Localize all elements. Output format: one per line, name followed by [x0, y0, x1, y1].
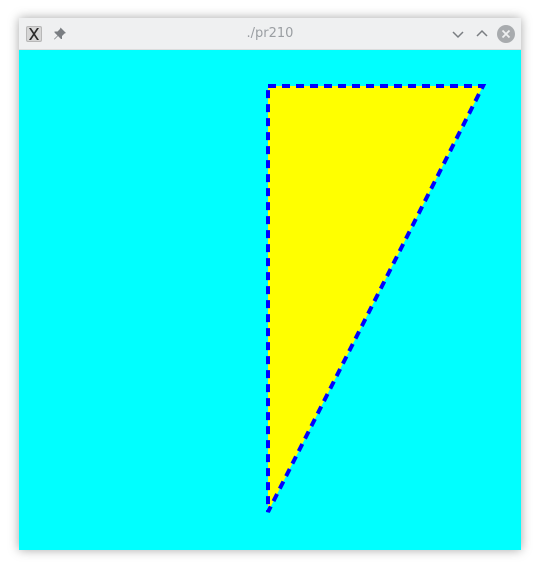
maximize-button[interactable] — [473, 25, 491, 43]
minimize-button[interactable] — [449, 25, 467, 43]
window-title: ./pr210 — [246, 26, 294, 41]
title-bar[interactable]: ./pr210 — [19, 18, 521, 50]
chevron-up-icon — [476, 29, 488, 37]
close-button[interactable] — [497, 25, 515, 43]
yellow-triangle — [266, 84, 487, 513]
app-window: ./pr210 — [19, 18, 521, 550]
canvas-svg — [266, 84, 487, 513]
drawing-canvas[interactable] — [19, 50, 521, 550]
chevron-down-icon — [452, 31, 464, 39]
close-icon — [497, 25, 515, 43]
